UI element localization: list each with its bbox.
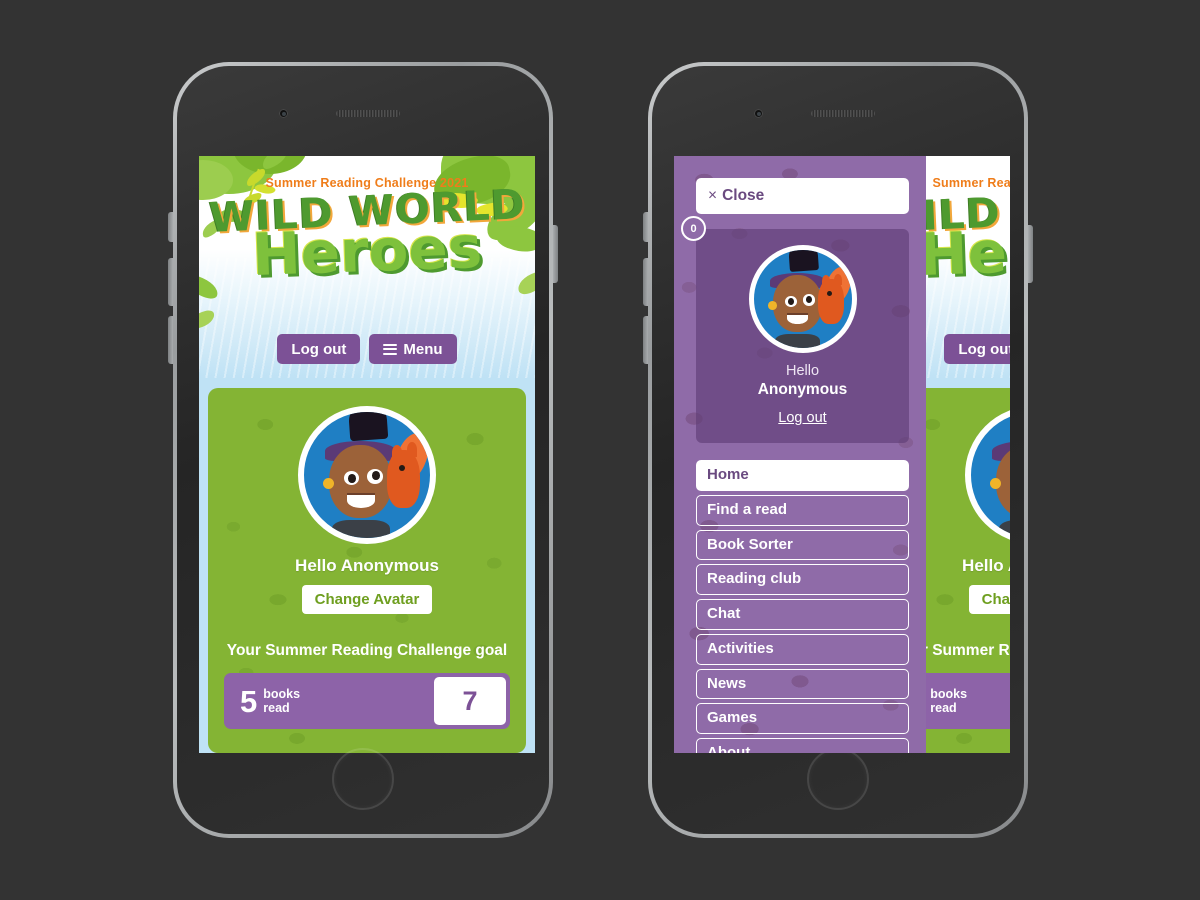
close-menu-button[interactable]: × Close: [696, 178, 909, 214]
phone-outer-bezel: Summer Reading Challenge 2021 WILD WORLD…: [173, 62, 553, 838]
logout-button[interactable]: Log out: [944, 334, 1010, 364]
earpiece-speaker-icon: [811, 110, 875, 117]
home-button[interactable]: [807, 748, 869, 810]
logout-button-label: Log out: [291, 340, 347, 358]
menu-profile-card: Hello Anonymous Log out: [696, 229, 909, 443]
avatar-earring: [768, 300, 777, 310]
site-logo: WILD WORLD Heroes: [199, 180, 535, 288]
logo-line-2: Heroes: [917, 212, 1010, 289]
change-avatar-button[interactable]: Change Avatar: [301, 585, 433, 614]
phone-screen-left: Summer Reading Challenge 2021 WILD WORLD…: [199, 156, 535, 753]
avatar-pupil-left: [348, 473, 356, 483]
books-read-label-line2: read: [263, 701, 290, 716]
close-menu-label: Close: [722, 187, 765, 204]
menu-item-news[interactable]: News: [696, 668, 909, 700]
phone-body: Summer Reading Challenge 2021 WILD WORLD…: [177, 66, 549, 834]
menu-profile-name: Anonymous: [757, 381, 848, 398]
books-read-label-line1: books: [930, 686, 968, 701]
avatar: [298, 406, 436, 544]
site-header: Summer Reading Challenge 2021 WILD WORLD…: [199, 156, 535, 378]
books-read-label-line1: books: [263, 686, 301, 701]
volume-down-button[interactable]: [168, 316, 173, 364]
menu-profile-hello: Hello: [785, 363, 820, 379]
menu-item-list: Home Find a read Book Sorter Reading clu…: [696, 460, 909, 753]
avatar-earring: [989, 477, 1002, 489]
menu-item-reading-club[interactable]: Reading club: [696, 564, 909, 595]
close-icon: ×: [708, 187, 718, 204]
volume-down-button[interactable]: [643, 316, 648, 364]
avatar-torso: [775, 334, 821, 348]
phone-device-left: Summer Reading Challenge 2021 WILD WORLD…: [168, 62, 558, 838]
notification-badge[interactable]: 0: [681, 216, 706, 241]
avatar: [748, 245, 857, 353]
menu-item-find-a-read[interactable]: Find a read: [696, 494, 909, 526]
squirrel-ear-icon: [822, 275, 830, 288]
avatar-torso: [331, 520, 390, 538]
menu-button[interactable]: Menu: [369, 334, 457, 364]
volume-up-button[interactable]: [643, 258, 648, 306]
goal-total: 7: [434, 677, 506, 726]
hamburger-icon: [383, 341, 398, 357]
menu-item-home[interactable]: Home: [696, 460, 909, 491]
power-button[interactable]: [1028, 225, 1033, 283]
avatar-pupil-left: [787, 298, 794, 305]
earpiece-speaker-icon: [336, 110, 400, 117]
menu-item-games[interactable]: Games: [696, 703, 909, 734]
avatar-earring: [322, 477, 335, 489]
goal-title: Your Summer Reading Challenge goal: [226, 642, 508, 659]
squirrel-ear-icon: [407, 442, 418, 458]
avatar-hair: [348, 412, 389, 441]
avatar-smile: [346, 492, 375, 508]
avatar: [965, 406, 1010, 544]
page-body: Hello Anonymous Change Avatar Your Summe…: [199, 378, 535, 753]
books-read-label: books read: [263, 687, 300, 716]
logo-line-2: Heroes: [250, 212, 484, 289]
books-read-label-line2: read: [930, 701, 957, 716]
menu-item-book-sorter[interactable]: Book Sorter: [696, 529, 909, 561]
menu-item-about[interactable]: About: [696, 738, 909, 753]
silent-switch[interactable]: [643, 212, 648, 242]
front-camera-icon: [754, 109, 763, 118]
avatar-torso: [998, 520, 1010, 538]
menu-button-label: Menu: [403, 340, 443, 358]
squirrel-ear-icon: [833, 273, 842, 286]
menu-item-activities[interactable]: Activities: [696, 633, 909, 665]
home-button[interactable]: [332, 748, 394, 810]
squirrel-ear-icon: [392, 444, 403, 460]
avatar-hair: [787, 250, 820, 273]
volume-up-button[interactable]: [168, 258, 173, 306]
menu-logout-link[interactable]: Log out: [778, 410, 826, 426]
logout-button-label: Log out: [958, 340, 1010, 358]
power-button[interactable]: [553, 225, 558, 283]
books-read-label: books read: [930, 687, 967, 716]
screenshot-stage: Summer Reading Challenge 2021 WILD WORLD…: [0, 0, 1200, 900]
phone-device-right: Summer Reading Challenge 2021 WILD WORLD…: [643, 62, 1033, 838]
front-camera-icon: [279, 109, 288, 118]
profile-card: Hello Anonymous Change Avatar Your Summe…: [208, 388, 526, 753]
site-strapline: Summer Reading Challenge 2021: [265, 176, 469, 190]
menu-item-chat[interactable]: Chat: [696, 599, 909, 630]
change-avatar-button[interactable]: Change Avatar: [968, 585, 1010, 614]
header-button-group: Log out Menu: [199, 334, 535, 364]
phone-body: Summer Reading Challenge 2021 WILD WORLD…: [652, 66, 1024, 834]
squirrel-eye-icon: [827, 291, 832, 297]
phone-outer-bezel: Summer Reading Challenge 2021 WILD WORLD…: [648, 62, 1028, 838]
logout-button[interactable]: Log out: [277, 334, 361, 364]
reading-progress-bar: 5 books read 7: [224, 673, 510, 730]
silent-switch[interactable]: [168, 212, 173, 242]
navigation-menu-panel: × Close 0 Hello Anonymous Log out Home F…: [674, 156, 926, 753]
squirrel-eye-icon: [398, 464, 405, 472]
greeting-text: Hello Anonymous: [295, 556, 439, 575]
phone-screen-right: Summer Reading Challenge 2021 WILD WORLD…: [674, 156, 1010, 753]
avatar-pupil-right: [372, 471, 380, 481]
books-read-count: 5: [240, 683, 258, 719]
